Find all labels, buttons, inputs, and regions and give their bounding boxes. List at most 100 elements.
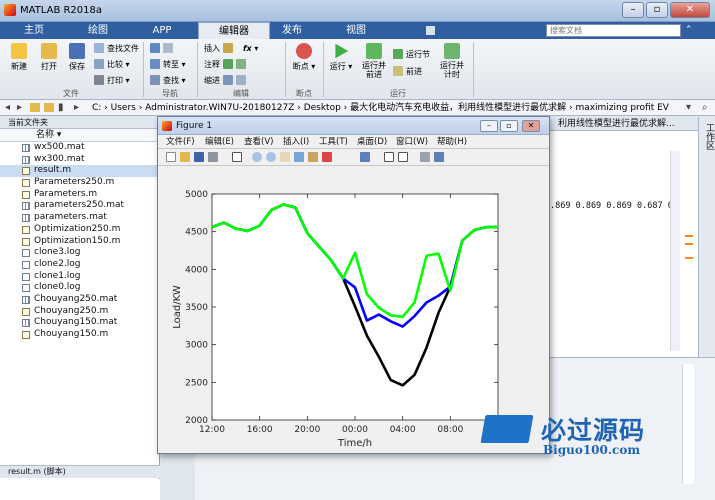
collapse-icon[interactable]: ⌃ [685, 25, 693, 35]
new-button[interactable]: 新建 [6, 43, 32, 72]
forward-icon[interactable]: ▸ [17, 100, 22, 115]
maximize-button[interactable]: ▫ [646, 2, 668, 18]
figure-maximize-button[interactable]: ▫ [500, 120, 518, 132]
menu-view[interactable]: 查看(V) [244, 135, 273, 149]
file-list-item[interactable]: clone2.log [0, 259, 159, 271]
new-figure-icon[interactable] [166, 152, 176, 162]
print-figure-icon[interactable] [208, 152, 218, 162]
file-list-item[interactable]: Optimization150.m [0, 236, 159, 248]
data-cursor-icon[interactable] [308, 152, 318, 162]
legend-icon[interactable] [398, 152, 408, 162]
run-section-button[interactable]: 运行节 [393, 49, 430, 60]
indent-button[interactable]: 缩进 [204, 75, 249, 86]
file-list-item[interactable]: clone3.log [0, 247, 159, 259]
tab-view[interactable]: 视图 [326, 22, 386, 39]
warning-marker[interactable] [685, 235, 693, 237]
file-list-item[interactable]: clone0.log [0, 282, 159, 294]
column-header-name[interactable]: 名称 ▾ [0, 129, 159, 142]
file-list-item[interactable]: wx300.mat [0, 154, 159, 166]
minimize-button[interactable]: – [622, 2, 644, 18]
file-list-item[interactable]: clone1.log [0, 271, 159, 283]
pointer-icon[interactable] [232, 152, 242, 162]
details-bar: result.m (脚本) [0, 465, 160, 478]
save-button[interactable]: 保存 [64, 43, 90, 72]
goto-button[interactable]: 转至 ▾ [150, 59, 186, 70]
brush-icon[interactable] [322, 152, 332, 162]
file-list-item[interactable]: parameters250.mat [0, 200, 159, 212]
rotate-icon[interactable] [294, 152, 304, 162]
close-button[interactable]: ✕ [670, 2, 710, 18]
menu-insert[interactable]: 插入(I) [283, 135, 309, 149]
file-list-item[interactable]: Chouyang150.mat [0, 317, 159, 329]
file-list-item[interactable]: Chouyang250.m [0, 306, 159, 318]
path-search-icon[interactable]: ⌕ [702, 100, 708, 115]
folder-path-icon: ▮ [58, 102, 64, 113]
tab-plots[interactable]: 绘图 [68, 22, 128, 39]
figure-minimize-button[interactable]: – [480, 120, 498, 132]
warning-marker[interactable] [685, 257, 693, 259]
folder-up-icon[interactable] [30, 103, 40, 112]
tab-apps[interactable]: APP [132, 22, 192, 39]
file-list-item[interactable]: Parameters250.m [0, 177, 159, 189]
menu-help[interactable]: 帮助(H) [437, 135, 467, 149]
menu-window[interactable]: 窗口(W) [396, 135, 428, 149]
menu-tools[interactable]: 工具(T) [319, 135, 348, 149]
find-files-button[interactable]: 查找文件 [94, 43, 139, 54]
run-advance-button[interactable]: 运行并 前进 [358, 43, 390, 79]
zoom-out-icon[interactable] [266, 152, 276, 162]
insert-button[interactable]: 插入 [204, 43, 236, 54]
file-list-item[interactable]: wx500.mat [0, 142, 159, 154]
print-button[interactable]: 打印 ▾ [94, 75, 130, 86]
plus-icon [11, 43, 27, 59]
warning-marker[interactable] [685, 243, 693, 245]
run-button[interactable]: 运行 ▾ [327, 43, 355, 72]
file-name: Chouyang150.mat [34, 317, 118, 328]
file-list-item[interactable]: Chouyang250.mat [0, 294, 159, 306]
advance-button[interactable]: 前进 [393, 66, 422, 77]
zoom-in-icon[interactable] [252, 152, 262, 162]
fx-button[interactable]: fx ▾ [243, 43, 258, 54]
pan-icon[interactable] [280, 152, 290, 162]
code-view[interactable]: .869 0.869 0.869 0.687 0. [546, 131, 714, 356]
show-plot-tools-icon[interactable] [434, 152, 444, 162]
tab-editor[interactable]: 编辑器 [198, 22, 270, 39]
open-file-icon[interactable] [180, 152, 190, 162]
find-button[interactable]: 查找 ▾ [150, 75, 186, 86]
compare-button[interactable]: 比较 ▾ [94, 59, 130, 70]
breakpoints-button[interactable]: 断点 ▾ [290, 43, 318, 72]
link-plot-icon[interactable] [360, 152, 370, 162]
log-file-icon [22, 272, 30, 281]
file-list-item[interactable]: result.m [0, 165, 159, 178]
scrollbar[interactable] [670, 151, 680, 351]
tab-home[interactable]: 主页 [4, 22, 64, 39]
file-list-item[interactable]: Optimization250.m [0, 224, 159, 236]
hide-plot-tools-icon[interactable] [420, 152, 430, 162]
menu-file[interactable]: 文件(F) [166, 135, 195, 149]
open-button[interactable]: 打开 [36, 43, 62, 72]
tab-publish[interactable]: 发布 [262, 22, 322, 39]
quick-access-icon[interactable] [426, 26, 435, 35]
browse-folder-icon[interactable] [44, 103, 54, 112]
mat-file-icon [22, 144, 30, 152]
path-dropdown-icon[interactable]: ▾ [686, 100, 691, 115]
figure-close-button[interactable]: ✕ [522, 120, 540, 132]
back-icon[interactable]: ◂ [5, 100, 10, 115]
menu-edit[interactable]: 编辑(E) [205, 135, 234, 149]
file-list-item[interactable]: Chouyang150.m [0, 329, 159, 341]
workspace-side-tab[interactable]: 工作区 [698, 117, 715, 357]
group-run-label: 运行 [390, 89, 406, 98]
colorbar-icon[interactable] [384, 152, 394, 162]
script-file-icon [22, 237, 30, 246]
file-name: result.m [34, 165, 72, 176]
back-forward-buttons[interactable] [150, 43, 176, 54]
code-values: .869 0.869 0.869 0.687 0. [550, 201, 678, 211]
run-time-button[interactable]: 运行并 计时 [436, 43, 468, 79]
editor-tab[interactable]: 利用线性模型进行最优求解... [546, 117, 715, 131]
save-figure-icon[interactable] [194, 152, 204, 162]
search-input[interactable]: 搜索文档 [546, 24, 681, 37]
current-path[interactable]: C: › Users › Administrator.WIN7U-2018012… [92, 100, 669, 115]
file-list-item[interactable]: parameters.mat [0, 212, 159, 224]
comment-button[interactable]: 注释 [204, 59, 249, 70]
file-list-item[interactable]: Parameters.m [0, 189, 159, 201]
menu-desktop[interactable]: 桌面(D) [357, 135, 387, 149]
